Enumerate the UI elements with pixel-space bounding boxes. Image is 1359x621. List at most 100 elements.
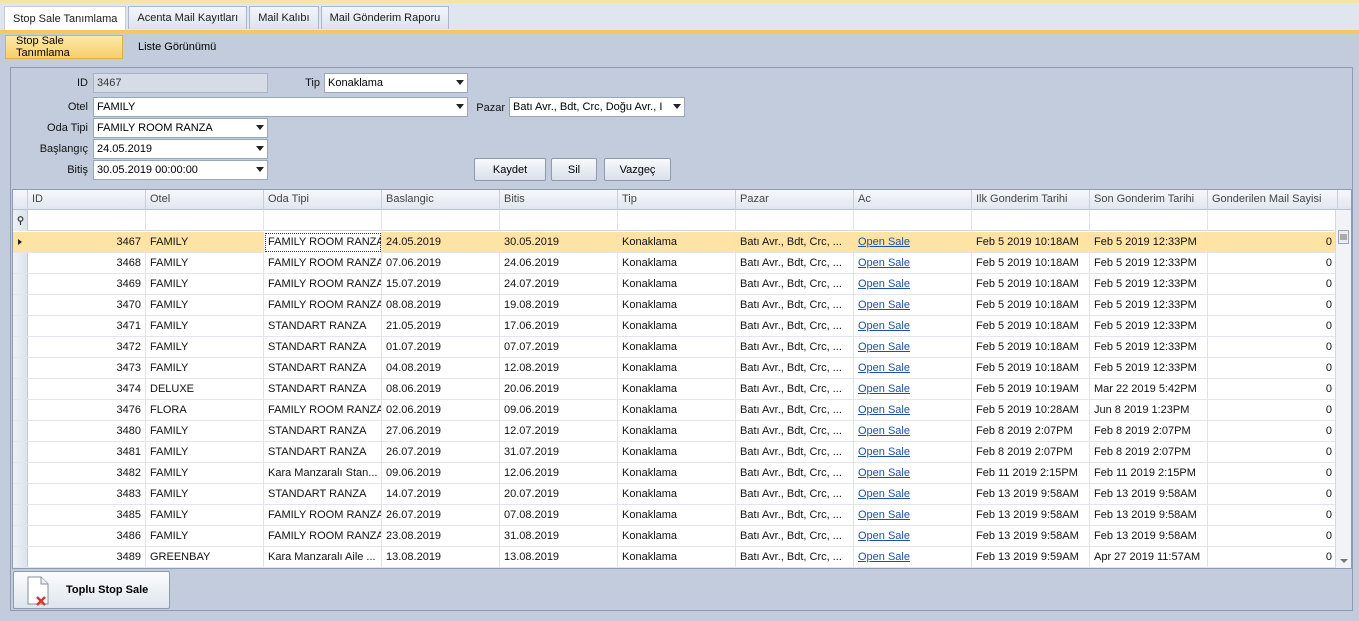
cell-mail-sayisi[interactable]: 0 xyxy=(1208,463,1337,484)
cell-id[interactable]: 3472 xyxy=(28,337,146,358)
col-header-mail-sayisi[interactable]: Gonderilen Mail Sayisi xyxy=(1208,190,1338,210)
baslangic-date[interactable]: 24.05.2019 xyxy=(93,139,268,159)
cell-pazar[interactable]: Batı Avr., Bdt, Crc, ... xyxy=(736,379,854,400)
cell-son-gonderim[interactable]: Feb 5 2019 12:33PM xyxy=(1090,232,1208,253)
cell-bitis[interactable]: 20.07.2019 xyxy=(500,484,618,505)
cell-oda-tipi[interactable]: STANDART RANZA xyxy=(264,316,382,337)
cell-pazar[interactable]: Batı Avr., Bdt, Crc, ... xyxy=(736,232,854,253)
cell-pazar[interactable]: Batı Avr., Bdt, Crc, ... xyxy=(736,547,854,568)
cell-oda-tipi[interactable]: FAMILY ROOM RANZA xyxy=(264,505,382,526)
cell-son-gonderim[interactable]: Feb 5 2019 12:33PM xyxy=(1090,337,1208,358)
cell-ilk-gonderim[interactable]: Feb 5 2019 10:18AM xyxy=(972,253,1090,274)
cell-ac-link[interactable]: Open Sale xyxy=(854,274,972,295)
cell-id[interactable]: 3476 xyxy=(28,400,146,421)
cell-oda-tipi[interactable]: FAMILY ROOM RANZA xyxy=(264,253,382,274)
cell-oda-tipi[interactable]: STANDART RANZA xyxy=(264,358,382,379)
cell-oda-tipi[interactable]: FAMILY ROOM RANZA xyxy=(264,295,382,316)
cell-mail-sayisi[interactable]: 0 xyxy=(1208,337,1337,358)
cell-pazar[interactable]: Batı Avr., Bdt, Crc, ... xyxy=(736,442,854,463)
cell-baslangic[interactable]: 07.06.2019 xyxy=(382,253,500,274)
cell-mail-sayisi[interactable]: 0 xyxy=(1208,526,1337,547)
cell-pazar[interactable]: Batı Avr., Bdt, Crc, ... xyxy=(736,505,854,526)
cell-ac-link[interactable]: Open Sale xyxy=(854,463,972,484)
table-row[interactable]: 3471 FAMILY STANDART RANZA 21.05.2019 17.06.… xyxy=(13,316,1337,337)
cell-ilk-gonderim[interactable]: Feb 5 2019 10:19AM xyxy=(972,379,1090,400)
filter-cell[interactable] xyxy=(1090,210,1208,231)
cell-tip[interactable]: Konaklama xyxy=(618,379,736,400)
chevron-down-icon[interactable] xyxy=(456,104,464,109)
cell-ilk-gonderim[interactable]: Feb 13 2019 9:59AM xyxy=(972,547,1090,568)
cell-otel[interactable]: FAMILY xyxy=(146,232,264,253)
otel-select[interactable]: FAMILY xyxy=(93,97,468,117)
cell-pazar[interactable]: Batı Avr., Bdt, Crc, ... xyxy=(736,358,854,379)
cell-son-gonderim[interactable]: Feb 5 2019 12:33PM xyxy=(1090,358,1208,379)
cell-id[interactable]: 3483 xyxy=(28,484,146,505)
table-row[interactable]: 3476 FLORA FAMILY ROOM RANZA 02.06.2019 09.0… xyxy=(13,400,1337,421)
cell-ac-link[interactable]: Open Sale xyxy=(854,316,972,337)
cell-baslangic[interactable]: 24.05.2019 xyxy=(382,232,500,253)
cell-tip[interactable]: Konaklama xyxy=(618,358,736,379)
filter-cell[interactable] xyxy=(500,210,618,231)
cell-otel[interactable]: DELUXE xyxy=(146,379,264,400)
cell-son-gonderim[interactable]: Feb 11 2019 2:15PM xyxy=(1090,463,1208,484)
cell-pazar[interactable]: Batı Avr., Bdt, Crc, ... xyxy=(736,337,854,358)
cell-otel[interactable]: FAMILY xyxy=(146,421,264,442)
cell-mail-sayisi[interactable]: 0 xyxy=(1208,442,1337,463)
cell-son-gonderim[interactable]: Feb 5 2019 12:33PM xyxy=(1090,274,1208,295)
col-header-id[interactable]: ID xyxy=(28,190,146,210)
cell-ilk-gonderim[interactable]: Feb 5 2019 10:28AM xyxy=(972,400,1090,421)
cell-tip[interactable]: Konaklama xyxy=(618,421,736,442)
col-header-otel[interactable]: Otel xyxy=(146,190,264,210)
cell-ilk-gonderim[interactable]: Feb 5 2019 10:18AM xyxy=(972,232,1090,253)
cell-otel[interactable]: FAMILY xyxy=(146,358,264,379)
cell-bitis[interactable]: 12.07.2019 xyxy=(500,421,618,442)
cell-son-gonderim[interactable]: Feb 8 2019 2:07PM xyxy=(1090,421,1208,442)
cell-ac-link[interactable]: Open Sale xyxy=(854,526,972,547)
cell-tip[interactable]: Konaklama xyxy=(618,295,736,316)
col-header-bitis[interactable]: Bitis xyxy=(500,190,618,210)
cell-son-gonderim[interactable]: Apr 27 2019 11:57AM xyxy=(1090,547,1208,568)
inner-tab-liste-gorunumu[interactable]: Liste Görünümü xyxy=(128,35,226,59)
cell-baslangic[interactable]: 13.08.2019 xyxy=(382,547,500,568)
cell-otel[interactable]: FAMILY xyxy=(146,463,264,484)
cell-son-gonderim[interactable]: Feb 5 2019 12:33PM xyxy=(1090,316,1208,337)
col-header-ac[interactable]: Ac xyxy=(854,190,972,210)
filter-cell[interactable] xyxy=(972,210,1090,231)
cell-bitis[interactable]: 09.06.2019 xyxy=(500,400,618,421)
cell-mail-sayisi[interactable]: 0 xyxy=(1208,274,1337,295)
cell-mail-sayisi[interactable]: 0 xyxy=(1208,400,1337,421)
cell-bitis[interactable]: 12.06.2019 xyxy=(500,463,618,484)
cell-baslangic[interactable]: 14.07.2019 xyxy=(382,484,500,505)
cell-pazar[interactable]: Batı Avr., Bdt, Crc, ... xyxy=(736,274,854,295)
cell-ilk-gonderim[interactable]: Feb 5 2019 10:18AM xyxy=(972,337,1090,358)
cell-baslangic[interactable]: 15.07.2019 xyxy=(382,274,500,295)
cell-id[interactable]: 3489 xyxy=(28,547,146,568)
cell-bitis[interactable]: 31.07.2019 xyxy=(500,442,618,463)
table-row[interactable]: 3473 FAMILY STANDART RANZA 04.08.2019 12.08.… xyxy=(13,358,1337,379)
cell-ilk-gonderim[interactable]: Feb 5 2019 10:18AM xyxy=(972,358,1090,379)
cell-pazar[interactable]: Batı Avr., Bdt, Crc, ... xyxy=(736,526,854,547)
cell-son-gonderim[interactable]: Feb 13 2019 9:58AM xyxy=(1090,505,1208,526)
cell-id[interactable]: 3471 xyxy=(28,316,146,337)
cell-tip[interactable]: Konaklama xyxy=(618,316,736,337)
filter-cell[interactable] xyxy=(618,210,736,231)
cell-ilk-gonderim[interactable]: Feb 13 2019 9:58AM xyxy=(972,484,1090,505)
chevron-down-icon[interactable] xyxy=(456,80,464,85)
cell-otel[interactable]: FAMILY xyxy=(146,337,264,358)
tip-select[interactable]: Konaklama xyxy=(324,73,468,93)
cell-pazar[interactable]: Batı Avr., Bdt, Crc, ... xyxy=(736,484,854,505)
col-header-son-gonderim[interactable]: Son Gonderim Tarihi xyxy=(1090,190,1208,210)
table-row[interactable]: 3481 FAMILY STANDART RANZA 26.07.2019 31.07.… xyxy=(13,442,1337,463)
cell-pazar[interactable]: Batı Avr., Bdt, Crc, ... xyxy=(736,463,854,484)
cell-pazar[interactable]: Batı Avr., Bdt, Crc, ... xyxy=(736,253,854,274)
cell-tip[interactable]: Konaklama xyxy=(618,442,736,463)
vertical-scrollbar[interactable] xyxy=(1335,210,1351,568)
cell-ilk-gonderim[interactable]: Feb 13 2019 9:58AM xyxy=(972,505,1090,526)
cell-ac-link[interactable]: Open Sale xyxy=(854,337,972,358)
chevron-down-icon[interactable] xyxy=(256,167,264,172)
table-row[interactable]: 3482 FAMILY Kara Manzaralı Stan... 09.06.20… xyxy=(13,463,1337,484)
cell-son-gonderim[interactable]: Jun 8 2019 1:23PM xyxy=(1090,400,1208,421)
cell-ilk-gonderim[interactable]: Feb 5 2019 10:18AM xyxy=(972,295,1090,316)
tab-mail-gonderim-raporu[interactable]: Mail Gönderim Raporu xyxy=(320,6,450,29)
cell-otel[interactable]: GREENBAY xyxy=(146,547,264,568)
